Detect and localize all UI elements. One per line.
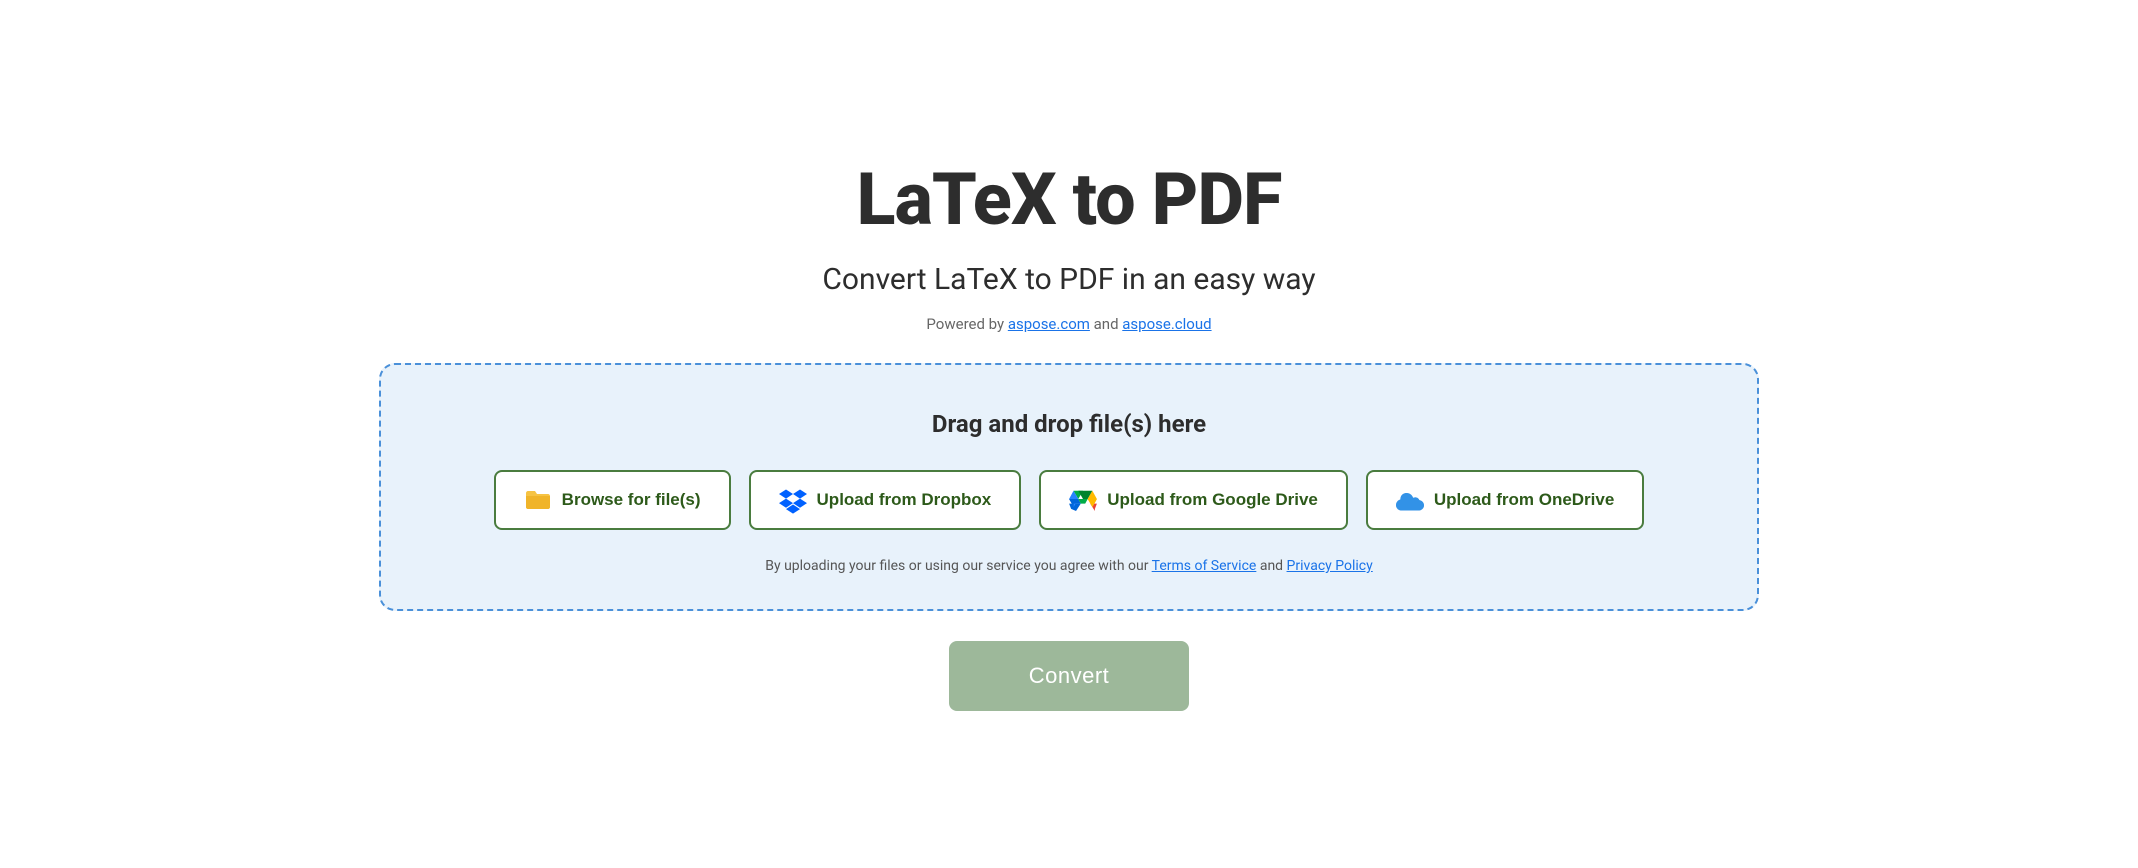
onedrive-icon [1396,486,1424,514]
page-subtitle: Convert LaTeX to PDF in an easy way [379,262,1759,297]
aspose-cloud-link[interactable]: aspose.cloud [1122,315,1211,333]
powered-by-text: Powered by aspose.com and aspose.cloud [379,315,1759,333]
page-title: LaTeX to PDF [379,157,1759,242]
convert-button[interactable]: Convert [949,641,1190,711]
privacy-policy-link[interactable]: Privacy Policy [1287,558,1373,574]
drop-zone[interactable]: Drag and drop file(s) here Browse for fi… [379,363,1759,611]
folder-icon [524,486,552,514]
page-container: LaTeX to PDF Convert LaTeX to PDF in an … [319,117,1819,751]
browse-button[interactable]: Browse for file(s) [494,470,731,530]
gdrive-button[interactable]: Upload from Google Drive [1039,470,1348,530]
gdrive-icon [1069,486,1097,514]
terms-of-service-link[interactable]: Terms of Service [1152,558,1257,574]
drop-label: Drag and drop file(s) here [421,410,1717,438]
aspose-com-link[interactable]: aspose.com [1008,315,1090,333]
dropbox-icon [779,486,807,514]
dropbox-button[interactable]: Upload from Dropbox [749,470,1022,530]
onedrive-button[interactable]: Upload from OneDrive [1366,470,1644,530]
terms-text: By uploading your files or using our ser… [421,558,1717,574]
upload-buttons-container: Browse for file(s) Upload from Dropbox [421,470,1717,530]
